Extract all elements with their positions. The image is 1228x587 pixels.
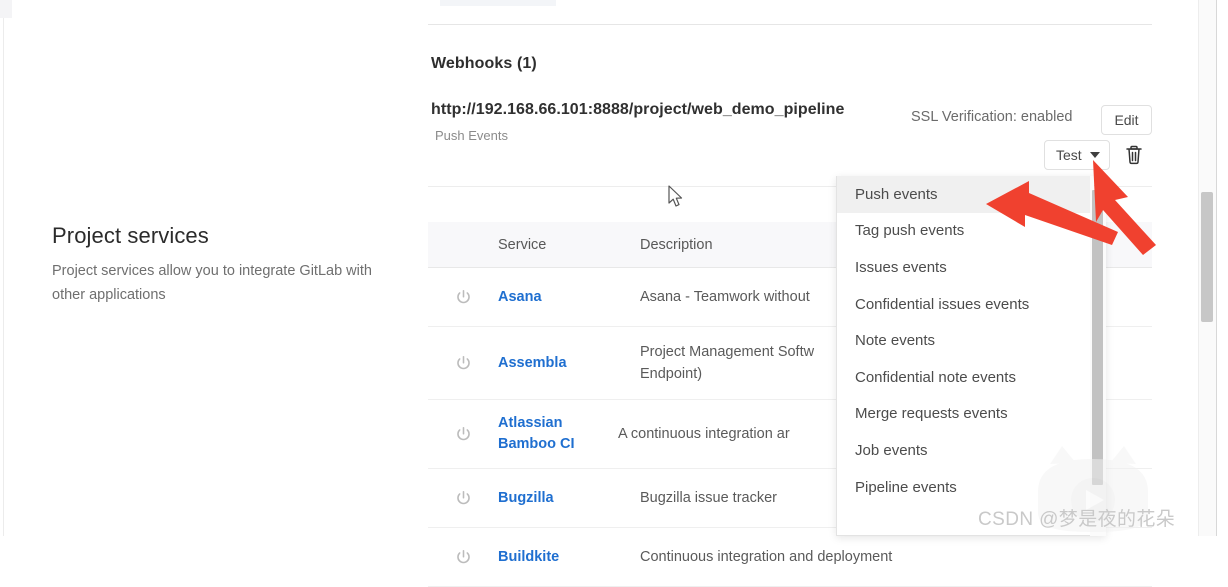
power-icon[interactable]: [428, 425, 498, 444]
menu-item-tag-push-events[interactable]: Tag push events: [837, 213, 1105, 250]
service-name-link[interactable]: Bugzilla: [498, 488, 640, 509]
webhooks-section-title: Webhooks (1): [431, 55, 537, 72]
menu-item-confidential-issues-events[interactable]: Confidential issues events: [837, 286, 1105, 323]
service-name-link[interactable]: Assembla: [498, 353, 640, 374]
chevron-down-icon[interactable]: [1090, 152, 1100, 158]
service-name-link[interactable]: Buildkite: [498, 547, 640, 568]
mouse-cursor: [668, 185, 683, 207]
menu-item-note-events[interactable]: Note events: [837, 322, 1105, 359]
test-dropdown-button[interactable]: Test: [1044, 140, 1110, 170]
top-divider: [428, 24, 1152, 25]
webhook-events-label: Push Events: [435, 128, 508, 143]
edit-button[interactable]: Edit: [1101, 105, 1152, 135]
ssl-verification-status: SSL Verification: enabled: [911, 109, 1073, 125]
table-header-service: Service: [498, 236, 547, 253]
top-ghost-strip: [440, 0, 556, 6]
menu-item-confidential-note-events[interactable]: Confidential note events: [837, 359, 1105, 396]
trash-icon[interactable]: [1124, 144, 1144, 166]
power-icon[interactable]: [428, 548, 498, 567]
menu-item-issues-events[interactable]: Issues events: [837, 249, 1105, 286]
scroll-up-arrow-icon[interactable]: [1094, 180, 1102, 186]
left-gutter-cap: [0, 0, 12, 18]
table-row[interactable]: Buildkite Continuous integration and dep…: [428, 528, 1152, 587]
window-scrollbar-thumb[interactable]: [1201, 192, 1213, 322]
service-name-link[interactable]: Asana: [498, 287, 640, 308]
page-description: Project services allow you to integrate …: [52, 263, 372, 303]
watermark-text: CSDN @梦是夜的花朵: [978, 509, 1176, 530]
gitlab-project-settings-page: Webhooks (1) http://192.168.66.101:8888/…: [0, 0, 1228, 587]
page-title: Project services: [52, 223, 209, 248]
left-gutter-rule: [3, 18, 4, 536]
service-name-link[interactable]: Atlassian Bamboo CI: [498, 413, 618, 455]
power-icon[interactable]: [428, 354, 498, 373]
power-icon[interactable]: [428, 489, 498, 508]
service-description: Continuous integration and deployment: [640, 549, 893, 565]
menu-item-merge-requests-events[interactable]: Merge requests events: [837, 396, 1105, 433]
power-icon[interactable]: [428, 288, 498, 307]
menu-item-push-events[interactable]: Push events: [837, 176, 1105, 213]
webhook-url[interactable]: http://192.168.66.101:8888/project/web_d…: [431, 101, 844, 119]
